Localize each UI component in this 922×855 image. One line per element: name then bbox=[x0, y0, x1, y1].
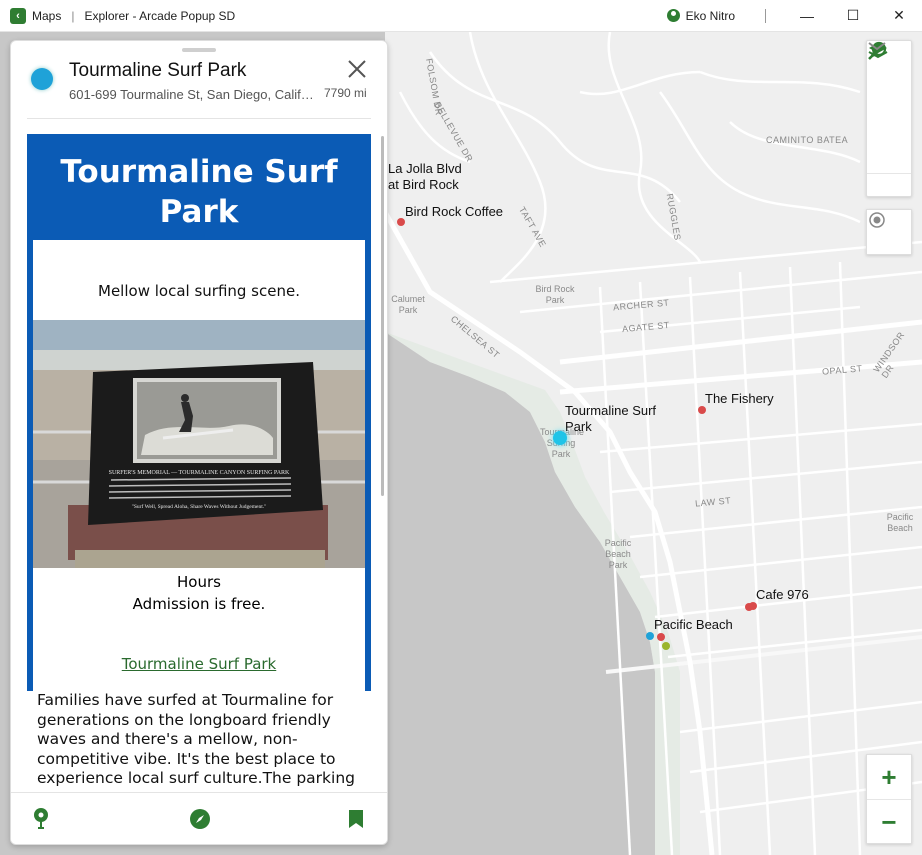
poi-marker[interactable] bbox=[646, 632, 654, 640]
zoom-in-icon[interactable]: + bbox=[867, 755, 911, 800]
popup-address: 601-699 Tourmaline St, San Diego, Califo… bbox=[69, 87, 319, 102]
place-label: Tourmaline Surf Park bbox=[565, 403, 657, 434]
selected-location-marker[interactable] bbox=[553, 431, 567, 445]
header-box: Tourmaline Surf Park Mellow local surfin… bbox=[27, 134, 371, 691]
title-separator: | bbox=[71, 8, 75, 23]
expand-toolbar-button[interactable] bbox=[867, 42, 911, 196]
window-title: Explorer - Arcade Popup SD bbox=[84, 8, 236, 23]
user-name: Eko Nitro bbox=[685, 8, 735, 23]
back-icon[interactable]: ‹ bbox=[10, 7, 26, 24]
place-label: La Jolla Blvd at Bird Rock bbox=[388, 161, 462, 192]
user-account[interactable]: Eko Nitro bbox=[666, 8, 735, 23]
poi-marker[interactable] bbox=[749, 602, 757, 610]
park-label: Pacific Beach Park bbox=[604, 538, 632, 570]
poi-marker[interactable] bbox=[397, 218, 405, 226]
popup-distance: 7790 mi bbox=[324, 86, 367, 100]
tagline: Mellow local surfing scene. bbox=[98, 282, 300, 300]
navigate-button[interactable] bbox=[188, 807, 212, 831]
close-window-button[interactable]: ✕ bbox=[876, 0, 922, 31]
zoom-controls: + − bbox=[866, 754, 912, 844]
title-bar: ‹ Maps | Explorer - Arcade Popup SD Eko … bbox=[0, 0, 922, 32]
description: Families have surfed at Tourmaline for g… bbox=[27, 691, 371, 791]
popup-title: Tourmaline Surf Park bbox=[69, 60, 247, 81]
plaque-quote: "Surf Well, Spread Aloha, Share Waves Wi… bbox=[132, 503, 267, 510]
locate-button[interactable] bbox=[866, 209, 912, 255]
hours-text: Admission is free. bbox=[132, 595, 266, 613]
bookmark-icon bbox=[349, 810, 363, 828]
plaque-title: SURFER'S MEMORIAL — TOURMALINE CANYON SU… bbox=[109, 470, 290, 476]
pin-icon bbox=[34, 808, 48, 829]
place-label: Cafe 976 bbox=[756, 587, 809, 602]
place-label: Pacific Beach bbox=[654, 617, 733, 632]
close-icon[interactable] bbox=[347, 59, 367, 83]
popup-heading: Tourmaline Surf Park bbox=[60, 154, 338, 230]
street-label: CAMINITO BATEA bbox=[766, 135, 849, 145]
place-label: Bird Rock Coffee bbox=[405, 204, 504, 219]
divider bbox=[765, 8, 766, 23]
directions-button[interactable] bbox=[29, 807, 53, 831]
draw-button[interactable] bbox=[867, 44, 911, 173]
poi-marker[interactable] bbox=[698, 406, 706, 414]
feature-symbol-icon bbox=[31, 68, 53, 90]
park-label: Bird Rock Park bbox=[535, 284, 575, 305]
poi-marker[interactable] bbox=[662, 642, 670, 650]
compass-icon bbox=[190, 809, 210, 829]
locate-icon bbox=[869, 212, 885, 228]
park-label: Calumet Park bbox=[391, 294, 425, 315]
popup-footer bbox=[11, 792, 387, 844]
park-label: Pacific Beach bbox=[886, 512, 914, 533]
zoom-out-icon[interactable]: − bbox=[867, 800, 911, 844]
minimize-button[interactable]: — bbox=[784, 0, 830, 31]
memorial-photo[interactable]: SURFER'S MEMORIAL — TOURMALINE CANYON SU… bbox=[33, 320, 365, 568]
drag-handle[interactable] bbox=[182, 48, 216, 52]
place-label: The Fishery bbox=[705, 391, 774, 406]
content-card: Mellow local surfing scene. SURFER'S MEM… bbox=[33, 240, 365, 691]
maximize-button[interactable]: ☐ bbox=[830, 0, 876, 31]
divider bbox=[27, 118, 371, 119]
layers-button[interactable] bbox=[867, 43, 911, 129]
popup-panel: Tourmaline Surf Park 601-699 Tourmaline … bbox=[10, 40, 388, 845]
user-icon bbox=[666, 9, 680, 22]
app-name: Maps bbox=[32, 8, 62, 23]
poi-marker[interactable] bbox=[657, 633, 665, 641]
map-toolbar bbox=[866, 40, 912, 197]
chevron-down-icon bbox=[868, 42, 886, 51]
photo-image: SURFER'S MEMORIAL — TOURMALINE CANYON SU… bbox=[33, 320, 365, 568]
bookmark-button[interactable] bbox=[344, 807, 368, 831]
popup-content[interactable]: Tourmaline Surf Park Mellow local surfin… bbox=[27, 134, 371, 791]
hours-title: Hours bbox=[177, 573, 221, 591]
scrollbar[interactable] bbox=[381, 136, 384, 496]
tourmaline-link[interactable]: Tourmaline Surf Park bbox=[33, 615, 365, 691]
